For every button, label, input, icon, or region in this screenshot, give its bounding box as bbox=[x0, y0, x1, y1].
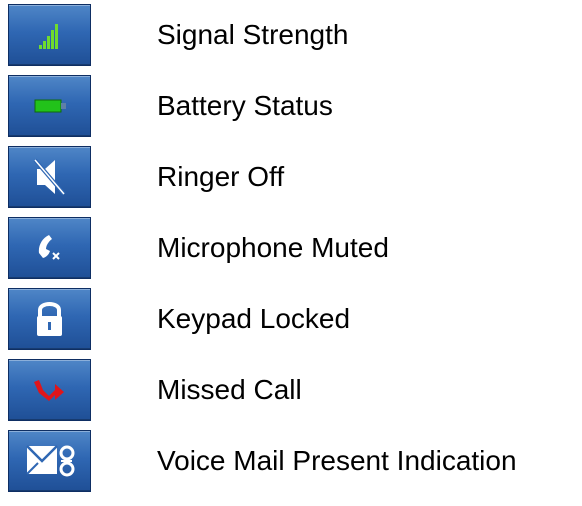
ringer-off-icon-tile bbox=[8, 146, 91, 208]
voice-mail-icon bbox=[26, 445, 75, 477]
legend-row-keypad-locked: Keypad Locked bbox=[0, 284, 582, 350]
legend-row-voice-mail: Voice Mail Present Indication bbox=[0, 426, 582, 492]
legend-row-ringer-off: Ringer Off bbox=[0, 142, 582, 208]
padlock-icon bbox=[37, 302, 62, 336]
signal-strength-icon bbox=[39, 24, 58, 49]
signal-strength-icon-tile bbox=[8, 4, 91, 66]
legend-label-signal-strength: Signal Strength bbox=[157, 19, 349, 50]
microphone-muted-icon-tile bbox=[8, 217, 91, 279]
legend-label-battery-status: Battery Status bbox=[157, 90, 333, 121]
legend-label-voice-mail: Voice Mail Present Indication bbox=[157, 445, 517, 476]
legend-label-microphone-muted: Microphone Muted bbox=[157, 232, 389, 263]
missed-call-icon bbox=[34, 380, 64, 401]
legend-row-microphone-muted: Microphone Muted bbox=[0, 213, 582, 279]
battery-icon bbox=[34, 99, 66, 113]
legend-row-signal-strength: Signal Strength bbox=[0, 0, 582, 66]
legend-label-ringer-off: Ringer Off bbox=[157, 161, 285, 192]
ringer-off-icon bbox=[33, 158, 66, 196]
missed-call-icon-tile bbox=[8, 359, 91, 421]
legend-label-keypad-locked: Keypad Locked bbox=[157, 303, 351, 334]
legend-row-battery-status: Battery Status bbox=[0, 71, 582, 137]
legend-label-missed-call: Missed Call bbox=[157, 374, 302, 405]
voice-mail-icon-tile bbox=[8, 430, 91, 492]
microphone-muted-icon bbox=[38, 235, 60, 260]
battery-icon-tile bbox=[8, 75, 91, 137]
legend-row-missed-call: Missed Call bbox=[0, 355, 582, 421]
padlock-icon-tile bbox=[8, 288, 91, 350]
